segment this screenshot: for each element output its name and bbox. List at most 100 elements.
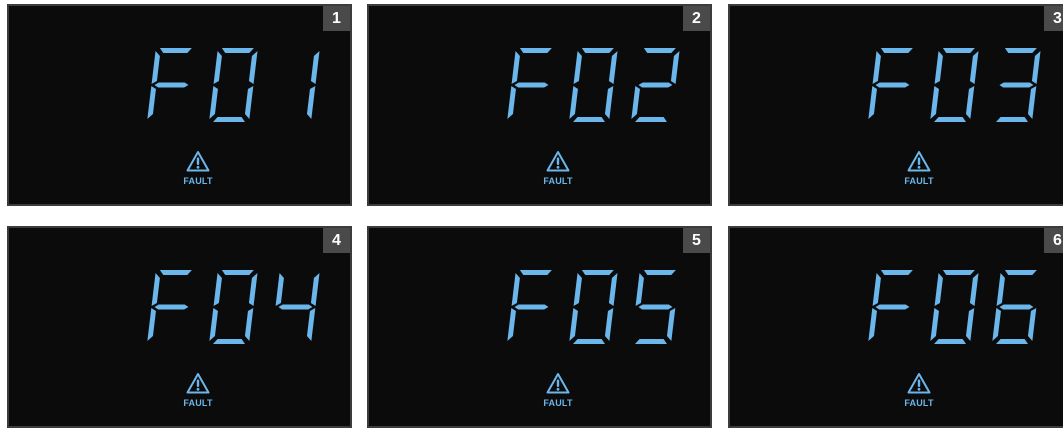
segment-5-c (666, 308, 676, 341)
segment-0-c (604, 308, 614, 341)
segment-2-b (670, 51, 680, 84)
segment-f-f (511, 273, 520, 306)
segment-0-f (213, 51, 222, 84)
segment-0-a (581, 48, 614, 53)
segment-f-e (147, 308, 156, 341)
segment-0-c (965, 308, 975, 341)
segment-f-f (511, 51, 520, 84)
segment-0-e (569, 308, 578, 341)
segment-0-e (930, 86, 939, 119)
seven-segment-digits (507, 270, 676, 344)
panel-number-badge: 2 (683, 6, 710, 31)
segment-f-e (507, 308, 516, 341)
segment-0-c (244, 308, 254, 341)
seven-segment-digits (868, 270, 1037, 344)
segment-3-g (999, 82, 1034, 88)
segment-3-a (1004, 48, 1037, 53)
warning-triangle-icon (907, 150, 931, 172)
segment-f-a (519, 48, 552, 53)
segment-f-g (875, 304, 910, 310)
segment-0-a (221, 48, 254, 53)
segment-4-c (306, 308, 316, 341)
segment-6-c (1027, 308, 1037, 341)
segment-0-b (608, 51, 618, 84)
segment-4-b (310, 273, 320, 306)
segment-4-f (275, 273, 284, 306)
segment-f-e (507, 86, 516, 119)
panel-number-badge: 6 (1044, 228, 1063, 253)
seven-segment-readout (507, 266, 687, 348)
segment-6-g (999, 304, 1034, 310)
segment-6-e (992, 308, 1001, 341)
segment-f-a (159, 270, 192, 275)
warning-triangle-icon (546, 150, 570, 172)
seven-segment-readout (868, 44, 1048, 126)
segment-f-e (868, 86, 877, 119)
segment-4-g (278, 304, 313, 310)
segment-f-g (154, 304, 189, 310)
warning-triangle-icon (186, 372, 210, 394)
segment-0-e (209, 308, 218, 341)
warning-triangle-icon (907, 372, 931, 394)
segment-3-b (1031, 51, 1041, 84)
seven-segment-readout (147, 266, 327, 348)
seven-segment-digits (147, 48, 320, 122)
segment-f-g (875, 82, 910, 88)
segment-6-a (1004, 270, 1037, 275)
display-panel-3: 3 F03 FAULT (728, 4, 1063, 206)
segment-0-d (934, 339, 966, 344)
segment-f-a (159, 48, 192, 53)
segment-f-a (519, 270, 552, 275)
segment-0-f (573, 273, 582, 306)
segment-f-g (154, 82, 189, 88)
segment-f-f (872, 51, 881, 84)
segment-5-d (635, 339, 667, 344)
segment-0-f (213, 273, 222, 306)
segment-0-a (942, 270, 975, 275)
fault-indicator-label: FAULT (904, 176, 934, 186)
segment-0-d (934, 117, 966, 122)
segment-6-d (996, 339, 1028, 344)
seven-segment-digits (147, 270, 320, 344)
segment-0-b (248, 273, 258, 306)
seven-segment-readout (868, 266, 1048, 348)
fault-indicator-label: FAULT (543, 398, 573, 408)
segment-0-e (569, 86, 578, 119)
seven-segment-readout (507, 44, 687, 126)
segment-0-d (573, 117, 605, 122)
segment-0-f (934, 273, 943, 306)
panel-number-badge: 5 (683, 228, 710, 253)
display-panel-6: 6 F06 FAULT (728, 226, 1063, 428)
segment-f-f (872, 273, 881, 306)
fault-indicator-label: FAULT (543, 176, 573, 186)
display-panel-4: 4 F04 FAULT (7, 226, 352, 428)
segment-0-b (248, 51, 258, 84)
segment-0-c (604, 86, 614, 119)
fault-indicator-label: FAULT (904, 398, 934, 408)
segment-2-d (635, 117, 667, 122)
segment-0-c (244, 86, 254, 119)
segment-0-b (969, 273, 979, 306)
segment-0-f (573, 51, 582, 84)
segment-f-a (880, 270, 913, 275)
segment-0-d (573, 339, 605, 344)
segment-f-f (151, 51, 160, 84)
segment-5-g (638, 304, 673, 310)
segment-0-e (930, 308, 939, 341)
fault-indicator-label: FAULT (183, 176, 213, 186)
segment-5-a (643, 270, 676, 275)
display-panel-2: 2 F02 FAULT (367, 4, 712, 206)
seven-segment-digits (868, 48, 1041, 122)
segment-f-e (147, 86, 156, 119)
seven-segment-digits (507, 48, 680, 122)
segment-f-g (514, 304, 549, 310)
segment-0-a (581, 270, 614, 275)
segment-0-b (969, 51, 979, 84)
segment-0-b (608, 273, 618, 306)
panel-number-badge: 4 (323, 228, 350, 253)
segment-0-d (213, 339, 245, 344)
segment-f-g (514, 82, 549, 88)
seven-segment-readout (147, 44, 327, 126)
segment-1-b (310, 51, 320, 84)
segment-5-f (635, 273, 644, 306)
